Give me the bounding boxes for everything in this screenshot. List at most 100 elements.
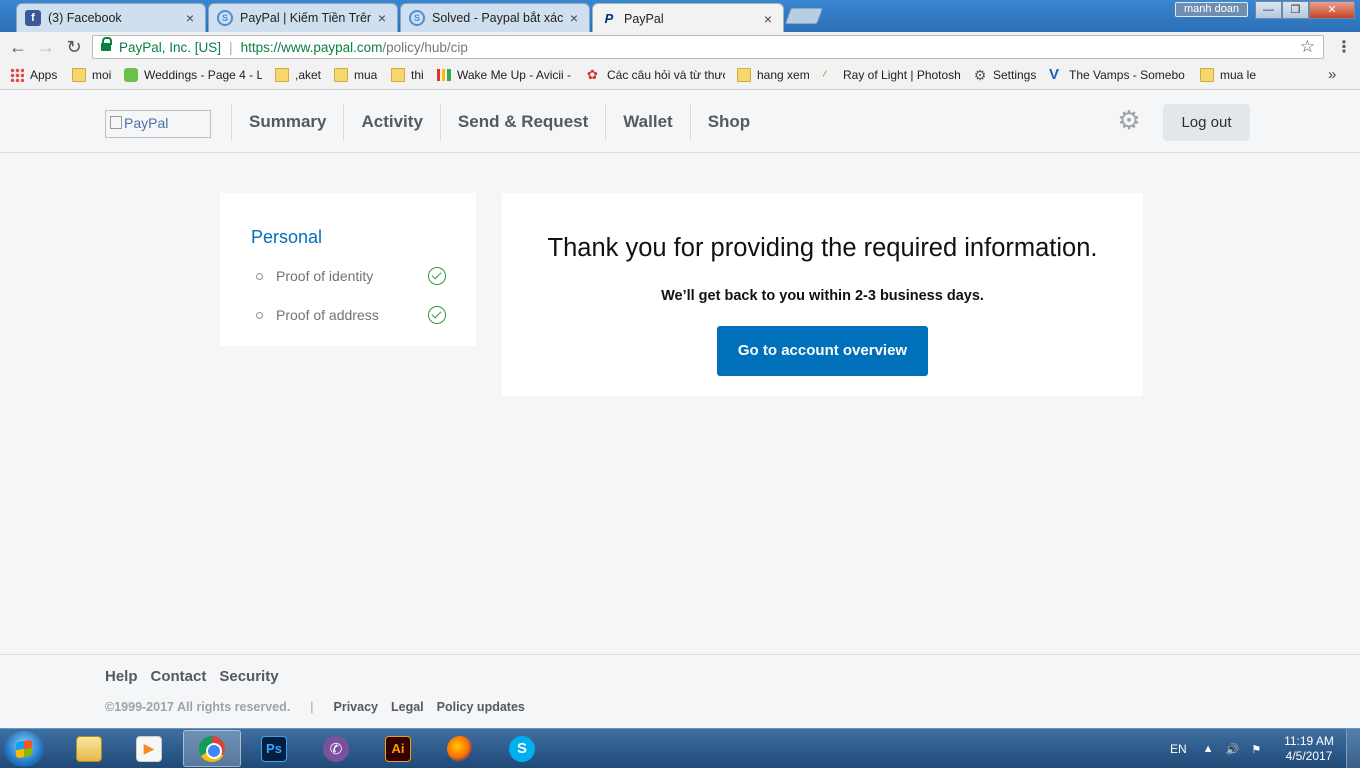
bookmark-item[interactable]: mua le bbox=[1200, 68, 1256, 82]
bookmark-item[interactable]: moi bbox=[72, 68, 111, 82]
minimize-button[interactable]: — bbox=[1255, 1, 1282, 19]
footer-legal: ©1999-2017 All rights reserved. | Privac… bbox=[105, 700, 538, 714]
windows-taskbar: ▶ Ps ✆ Ai S EN ▲ 🔊 ⚑ 11:19 AM 4/5/2017 bbox=[0, 728, 1360, 768]
bookmark-item[interactable]: V The Vamps - Somebo bbox=[1049, 68, 1187, 82]
confirmation-card: Thank you for providing the required inf… bbox=[502, 193, 1143, 396]
network-icon[interactable]: ⚑ bbox=[1251, 743, 1261, 756]
folder-icon bbox=[275, 68, 289, 82]
bookmark-item[interactable]: thi bbox=[391, 68, 424, 82]
bookmark-item[interactable]: Weddings - Page 4 - L bbox=[124, 68, 262, 82]
back-button[interactable]: ← bbox=[8, 37, 28, 57]
start-button[interactable] bbox=[4, 731, 44, 767]
bookmarks-bar: Apps moi Weddings - Page 4 - L ,aket mua… bbox=[0, 62, 1360, 90]
bookmark-item[interactable]: ,aket bbox=[275, 68, 321, 82]
bookmark-label: Weddings - Page 4 - L bbox=[144, 68, 262, 82]
window-controls: — ❐ ✕ bbox=[1255, 1, 1355, 19]
nav-shop[interactable]: Shop bbox=[689, 104, 768, 140]
check-circle-icon bbox=[428, 306, 446, 324]
bookmark-item[interactable]: hang xem bbox=[737, 68, 810, 82]
volume-icon[interactable]: 🔊 bbox=[1226, 743, 1240, 756]
folder-icon bbox=[72, 68, 86, 82]
gear-icon: ⚙ bbox=[973, 68, 987, 82]
taskbar-media-player[interactable]: ▶ bbox=[120, 730, 178, 767]
skype-like-icon: S bbox=[217, 10, 233, 26]
bookmark-label: thi bbox=[411, 68, 424, 82]
bookmark-item[interactable]: ✿ Các câu hỏi và từ thươ bbox=[587, 68, 725, 82]
nav-summary[interactable]: Summary bbox=[231, 104, 343, 140]
close-icon[interactable]: × bbox=[375, 10, 389, 26]
sidebar-item-proof-of-address: Proof of address bbox=[256, 306, 446, 324]
nav-activity[interactable]: Activity bbox=[343, 104, 439, 140]
paypal-header: PayPal Summary Activity Send & Request W… bbox=[0, 91, 1360, 153]
bookmark-item[interactable]: Wake Me Up - Avicii - bbox=[437, 68, 575, 82]
chart-icon bbox=[437, 69, 451, 81]
bookmark-label: moi bbox=[92, 68, 112, 82]
taskbar-photoshop[interactable]: Ps bbox=[245, 730, 303, 767]
footer-link-privacy[interactable]: Privacy bbox=[334, 700, 378, 714]
bookmark-label: Ray of Light | Photosh bbox=[843, 68, 961, 82]
show-desktop-button[interactable] bbox=[1346, 729, 1360, 768]
address-bar[interactable]: PayPal, Inc. [US] | https://www.paypal.c… bbox=[92, 35, 1324, 59]
secure-origin-label: PayPal, Inc. [US] bbox=[119, 39, 222, 55]
gear-icon[interactable]: ⚙ bbox=[1116, 107, 1142, 133]
bookmark-item[interactable]: ⁄ Ray of Light | Photosh bbox=[823, 68, 961, 82]
close-icon[interactable]: × bbox=[761, 11, 775, 27]
bookmark-apps[interactable]: Apps bbox=[10, 68, 57, 82]
folder-icon bbox=[391, 68, 405, 82]
close-icon[interactable]: × bbox=[183, 10, 197, 26]
language-indicator[interactable]: EN bbox=[1170, 742, 1187, 756]
logout-button[interactable]: Log out bbox=[1163, 104, 1250, 141]
nav-wallet[interactable]: Wallet bbox=[605, 104, 689, 140]
footer-link-contact[interactable]: Contact bbox=[151, 668, 207, 685]
bookmark-item[interactable]: mua bbox=[334, 68, 377, 82]
taskbar-chrome[interactable] bbox=[183, 730, 241, 767]
taskbar-skype[interactable]: S bbox=[493, 730, 551, 767]
close-icon[interactable]: × bbox=[567, 10, 581, 26]
taskbar-illustrator[interactable]: Ai bbox=[369, 730, 427, 767]
restore-button[interactable]: ❐ bbox=[1282, 1, 1309, 19]
nav-send-request[interactable]: Send & Request bbox=[439, 104, 605, 140]
forward-button[interactable]: → bbox=[36, 37, 56, 57]
bookmark-item[interactable]: ⚙ Settings bbox=[973, 68, 1037, 82]
footer-link-help[interactable]: Help bbox=[105, 668, 138, 685]
illustrator-icon: Ai bbox=[385, 735, 411, 762]
profile-badge[interactable]: manh doan bbox=[1175, 2, 1249, 17]
verification-sidebar: Personal Proof of identity Proof of addr… bbox=[220, 193, 476, 346]
tab-paypal[interactable]: P PayPal × bbox=[592, 3, 784, 33]
vimeo-icon: V bbox=[1049, 68, 1060, 82]
reload-button[interactable]: ↻ bbox=[64, 37, 84, 57]
footer-separator: | bbox=[310, 700, 314, 714]
url-host: https://www.paypal.com bbox=[240, 39, 383, 55]
sidebar-item-label: Proof of identity bbox=[276, 268, 374, 284]
folder-icon bbox=[737, 68, 751, 82]
tab-facebook[interactable]: f (3) Facebook × bbox=[16, 3, 206, 32]
skype-icon: S bbox=[509, 735, 535, 762]
footer-link-policy-updates[interactable]: Policy updates bbox=[437, 700, 525, 714]
check-circle-icon bbox=[428, 267, 446, 285]
tab-label: PayPal | Kiếm Tiền Trên M bbox=[240, 11, 371, 25]
system-clock[interactable]: 11:19 AM 4/5/2017 bbox=[1278, 734, 1340, 764]
weddings-icon bbox=[124, 68, 138, 82]
system-tray: EN ▲ 🔊 ⚑ bbox=[1170, 729, 1273, 768]
go-to-account-overview-button[interactable]: Go to account overview bbox=[717, 326, 928, 376]
close-window-button[interactable]: ✕ bbox=[1309, 1, 1355, 19]
footer-link-security[interactable]: Security bbox=[219, 668, 278, 685]
bookmark-label: ,aket bbox=[295, 68, 322, 82]
copyright-text: ©1999-2017 All rights reserved. bbox=[105, 700, 291, 714]
bookmarks-more-icon[interactable]: » bbox=[1328, 66, 1336, 83]
tab-paypal-kiem-tien[interactable]: S PayPal | Kiếm Tiền Trên M × bbox=[208, 3, 398, 32]
paypal-logo[interactable]: PayPal bbox=[105, 110, 211, 138]
taskbar-firefox[interactable] bbox=[431, 730, 489, 767]
taskbar-explorer[interactable] bbox=[60, 730, 118, 767]
bookmark-label: The Vamps - Somebo bbox=[1069, 68, 1185, 82]
tab-label: (3) Facebook bbox=[48, 11, 122, 25]
folder-icon bbox=[334, 68, 348, 82]
taskbar-viber[interactable]: ✆ bbox=[307, 730, 365, 767]
tray-expand-icon[interactable]: ▲ bbox=[1203, 743, 1214, 755]
viber-icon: ✆ bbox=[323, 735, 349, 762]
new-tab-button[interactable] bbox=[785, 8, 823, 24]
browser-menu-icon[interactable]: ⋮ bbox=[1336, 37, 1352, 57]
tab-solved-paypal[interactable]: S Solved - Paypal bắt xác m × bbox=[400, 3, 590, 32]
bookmark-star-icon[interactable]: ☆ bbox=[1300, 37, 1315, 57]
footer-link-legal[interactable]: Legal bbox=[391, 700, 424, 714]
